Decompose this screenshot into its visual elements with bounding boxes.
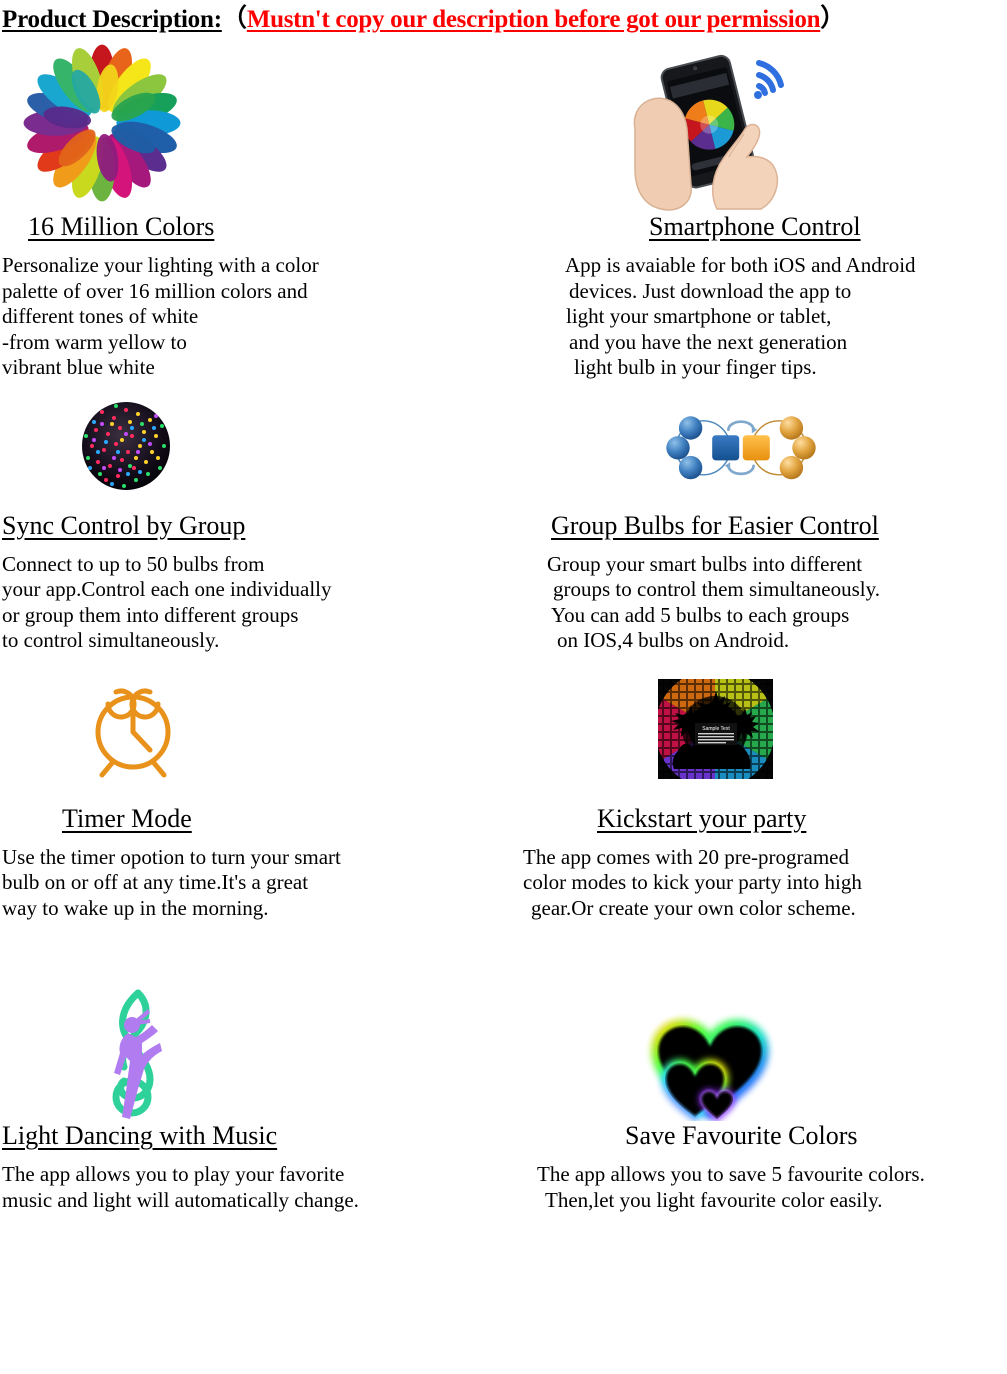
group-network-diagram-image <box>651 401 831 491</box>
section-text-line: vibrant blue white <box>2 355 155 380</box>
color-pinwheel-image-wrap <box>0 34 503 212</box>
section-text-line: Use the timer opotion to turn your smart <box>2 844 341 869</box>
page-title: Product Description: <box>2 6 222 33</box>
feature-row-2: Sync Control by Group Connect to up to 5… <box>0 381 1007 654</box>
feature-block-kickstart-your-party: Sample Text Kickstart your party The app… <box>503 654 1007 922</box>
feature-block-save-favourite-colors: Save Favourite Colors The app allows you… <box>503 921 1007 1213</box>
section-text-line: color modes to kick your party into high <box>523 870 862 895</box>
section-text-line: light bulb in your finger tips. <box>574 355 817 380</box>
section-text-line: devices. Just download the app to <box>569 278 852 303</box>
feature-block-sync-control-by-group: Sync Control by Group Connect to up to 5… <box>0 381 503 654</box>
smartphone-in-hand-image-wrap <box>503 34 1007 212</box>
copyright-warning: Mustn't copy our description before got … <box>246 6 821 33</box>
alarm-clock-icon <box>78 674 188 784</box>
section-text-line: Connect to up to 50 bulbs from <box>2 551 265 576</box>
section-text-line: You can add 5 bulbs to each groups <box>551 602 850 627</box>
feature-row-1: 16 Million Colors Personalize your light… <box>0 34 1007 381</box>
section-text-line: The app allows you to save 5 favourite c… <box>537 1162 925 1187</box>
section-text-line: groups to control them simultaneously. <box>553 577 881 602</box>
section-title-save-favourite-colors: Save Favourite Colors <box>625 1121 858 1151</box>
section-title-timer-mode: Timer Mode <box>62 803 192 833</box>
section-text-line: to control simultaneously. <box>2 628 220 653</box>
section-text-line: music and light will automatically chang… <box>2 1187 359 1212</box>
alarm-clock-icon-wrap <box>0 654 503 804</box>
feature-block-timer-mode: Timer Mode Use the timer opotion to turn… <box>0 654 503 922</box>
section-text-line: bulb on or off at any time.It's a great <box>2 870 309 895</box>
header-paren-close: ） <box>820 5 846 32</box>
page-header: Product Description: （ Mustn't copy our … <box>0 0 1007 34</box>
section-text-line: different tones of white <box>2 304 199 329</box>
section-text-line: and you have the next generation <box>569 329 848 354</box>
dotted-sphere-image-wrap <box>0 381 503 511</box>
section-text-line: gear.Or create your own color scheme. <box>531 895 856 920</box>
header-paren-open: （ <box>221 5 247 32</box>
section-text-line: on IOS,4 bulbs on Android. <box>557 628 790 653</box>
feature-row-4: Light Dancing with Music The app allows … <box>0 921 1007 1213</box>
section-title-group-bulbs: Group Bulbs for Easier Control <box>551 510 879 540</box>
feature-block-group-bulbs: Group Bulbs for Easier Control Group you… <box>503 381 1007 654</box>
section-text-line: way to wake up in the morning. <box>2 895 269 920</box>
color-pinwheel-image <box>22 43 182 203</box>
section-text-line: -from warm yellow to <box>2 329 187 354</box>
wifi-waves-icon <box>756 60 784 96</box>
section-text-line: light your smartphone or tablet, <box>566 304 832 329</box>
dotted-sphere-image <box>76 396 176 496</box>
party-poster-image-wrap: Sample Text <box>503 654 1007 804</box>
feature-block-16-million-colors: 16 Million Colors Personalize your light… <box>0 34 503 381</box>
section-title-kickstart-your-party: Kickstart your party <box>597 803 807 833</box>
section-title-sync-control-by-group: Sync Control by Group <box>2 510 246 540</box>
section-title-light-dancing-with-music: Light Dancing with Music <box>2 1121 278 1151</box>
section-text-line: Then,let you light favourite color easil… <box>545 1187 883 1212</box>
section-text-line: or group them into different groups <box>2 602 299 627</box>
section-text-line: Group your smart bulbs into different <box>547 551 863 576</box>
smartphone-in-hand-image <box>613 33 813 213</box>
party-poster-image: Sample Text <box>658 678 773 779</box>
group-network-diagram-image-wrap <box>503 381 1007 511</box>
section-title-smartphone-control: Smartphone Control <box>649 212 861 241</box>
music-clef-dancer-image-wrap <box>0 921 503 1121</box>
section-text-line: your app.Control each one individually <box>2 577 332 602</box>
neon-heart-image-wrap <box>503 921 1007 1123</box>
music-clef-dancer-image <box>92 981 182 1121</box>
feature-block-smartphone-control: Smartphone Control App is avaiable for b… <box>503 34 1007 381</box>
section-text-line: Personalize your lighting with a color <box>2 253 319 278</box>
neon-heart-image <box>645 1001 775 1123</box>
section-text-line: palette of over 16 million colors and <box>2 278 308 303</box>
section-text-line: The app comes with 20 pre-programed <box>523 844 849 869</box>
feature-row-3: Timer Mode Use the timer opotion to turn… <box>0 654 1007 922</box>
feature-block-light-dancing-with-music: Light Dancing with Music The app allows … <box>0 921 503 1213</box>
section-text-line: App is avaiable for both iOS and Android <box>565 253 916 278</box>
svg-text:Sample Text: Sample Text <box>702 726 730 732</box>
section-text-line: The app allows you to play your favorite <box>2 1162 345 1187</box>
section-title-16-million-colors: 16 Million Colors <box>28 212 215 241</box>
